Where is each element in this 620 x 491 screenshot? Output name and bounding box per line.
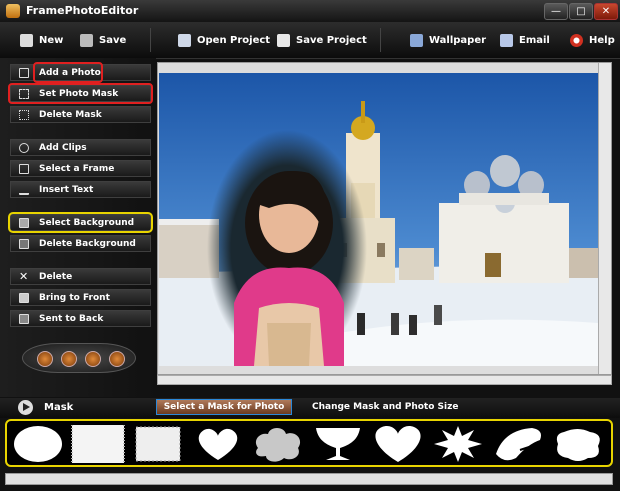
add-photo-icon xyxy=(19,67,29,78)
wallpaper-button[interactable]: Wallpaper xyxy=(410,31,486,49)
tab-select-mask[interactable]: Select a Mask for Photo xyxy=(156,399,292,415)
add-clips-button[interactable]: Add Clips xyxy=(10,139,151,156)
delete-mask-button[interactable]: Delete Mask xyxy=(10,106,151,123)
email-button[interactable]: Email xyxy=(500,31,550,49)
highlight-select-background xyxy=(8,212,153,233)
title-bar: FramePhotoEditor — □ ✕ xyxy=(0,0,620,23)
mask-gallery-scrollbar[interactable] xyxy=(5,473,613,485)
highlight-set-photo-mask xyxy=(8,83,153,104)
open-project-button[interactable]: Open Project xyxy=(178,31,270,49)
torn-paper-mask[interactable] xyxy=(70,424,126,464)
app-logo-icon xyxy=(6,4,20,18)
send-to-back-button[interactable]: Sent to Back xyxy=(10,310,151,327)
wallpaper-icon xyxy=(410,33,423,47)
toolbar-divider xyxy=(150,28,151,52)
canvas-horizontal-scrollbar[interactable] xyxy=(157,375,612,385)
heart-mask[interactable] xyxy=(190,424,246,464)
composite-photo[interactable] xyxy=(159,73,598,366)
send-back-icon xyxy=(19,313,29,324)
heart-mask-large[interactable] xyxy=(370,424,426,464)
delete-mask-icon xyxy=(19,109,29,120)
save-button[interactable]: Save xyxy=(80,31,126,49)
add-clips-icon xyxy=(19,142,29,153)
oval-mask[interactable] xyxy=(10,424,66,464)
canvas-vertical-scrollbar[interactable] xyxy=(598,63,611,374)
play-icon[interactable] xyxy=(18,400,33,415)
window-title: FramePhotoEditor xyxy=(26,4,139,17)
rough-square-mask[interactable] xyxy=(130,424,186,464)
new-button[interactable]: New xyxy=(20,31,63,49)
photo-scene-image xyxy=(159,73,598,366)
highlight-add-photo xyxy=(33,62,103,83)
insert-text-button[interactable]: Insert Text xyxy=(10,181,151,198)
floppy-disk-icon xyxy=(80,33,93,47)
sidebar: Add a Photo Set Photo Mask Delete Mask A… xyxy=(0,58,156,397)
fit-height-icon[interactable] xyxy=(85,351,101,367)
open-project-icon xyxy=(178,33,191,47)
new-document-icon xyxy=(20,33,33,47)
delete-background-button[interactable]: Delete Background xyxy=(10,235,151,252)
zoom-in-icon[interactable] xyxy=(37,351,53,367)
editor-canvas[interactable] xyxy=(157,62,612,375)
fit-width-icon[interactable] xyxy=(61,351,77,367)
envelope-icon xyxy=(500,33,513,47)
close-button[interactable]: ✕ xyxy=(594,3,618,20)
toolbar: New Save Open Project Save Project Wallp… xyxy=(0,22,620,59)
bring-to-front-button[interactable]: Bring to Front xyxy=(10,289,151,306)
delete-background-icon xyxy=(19,238,29,249)
brush-stroke-mask[interactable] xyxy=(490,424,546,464)
cloud-mask[interactable] xyxy=(250,424,306,464)
mask-panel-header: Mask Select a Mask for Photo Change Mask… xyxy=(0,398,620,418)
zoom-out-icon[interactable] xyxy=(109,351,125,367)
help-lifebuoy-icon xyxy=(570,33,583,47)
tab-change-mask-size[interactable]: Change Mask and Photo Size xyxy=(312,402,458,412)
bring-front-icon xyxy=(19,292,29,303)
splat-mask[interactable] xyxy=(550,424,606,464)
starburst-mask[interactable] xyxy=(430,424,486,464)
select-frame-button[interactable]: Select a Frame xyxy=(10,160,151,177)
maximize-button[interactable]: □ xyxy=(569,3,593,20)
delete-button[interactable]: ✕ Delete xyxy=(10,268,151,285)
zoom-controls xyxy=(22,343,136,373)
save-project-icon xyxy=(277,33,290,47)
goblet-mask[interactable] xyxy=(310,424,366,464)
toolbar-divider xyxy=(380,28,381,52)
minimize-button[interactable]: — xyxy=(544,3,568,20)
help-button[interactable]: Help xyxy=(570,31,615,49)
mask-label: Mask xyxy=(44,402,74,413)
frame-icon xyxy=(19,163,29,174)
delete-x-icon: ✕ xyxy=(19,269,29,283)
save-project-button[interactable]: Save Project xyxy=(277,31,367,49)
mask-gallery xyxy=(5,419,613,467)
text-icon xyxy=(19,185,29,195)
